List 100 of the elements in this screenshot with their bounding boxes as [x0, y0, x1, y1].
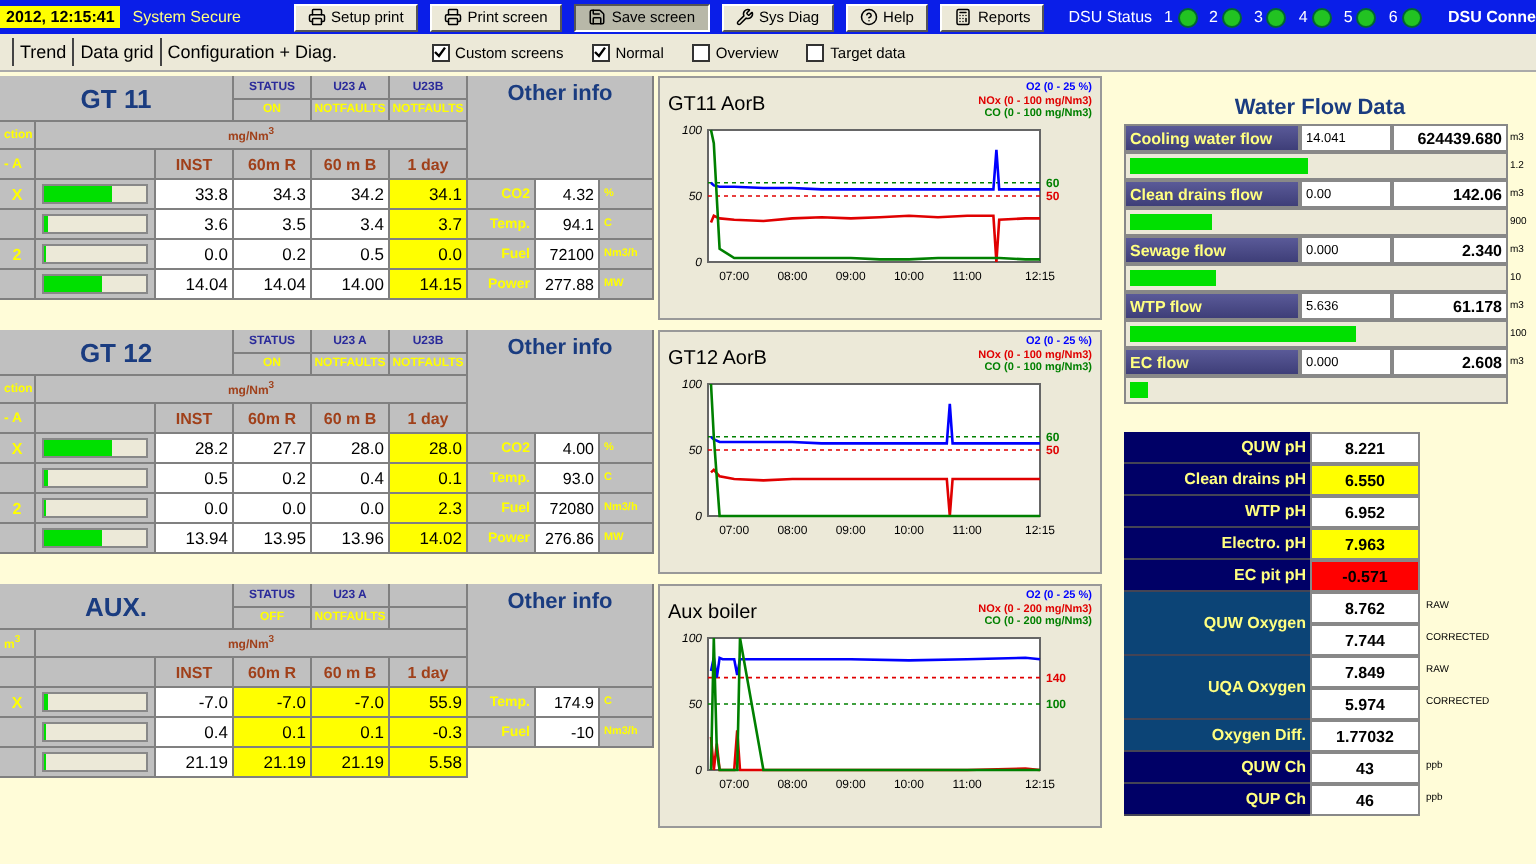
- checkbox[interactable]: [431, 43, 450, 61]
- blank-cell: [390, 584, 468, 608]
- blank-cell: [390, 608, 468, 630]
- flow-label: Cooling water flow: [1124, 124, 1300, 152]
- checkbox[interactable]: [591, 43, 610, 61]
- value-cell: 14.02: [390, 524, 468, 554]
- info-value: -10: [536, 718, 600, 748]
- value-cell: -0.3: [390, 718, 468, 748]
- reading-label: QUW Oxygen: [1124, 592, 1310, 656]
- tab[interactable]: Configuration + Diag.: [159, 38, 344, 66]
- reading-label: QUP Ch: [1124, 784, 1310, 816]
- row-label: 2: [0, 494, 36, 524]
- value-cell: 34.2: [312, 180, 390, 210]
- value-cell: 27.7: [234, 434, 312, 464]
- value-cell: 21.19: [312, 748, 390, 778]
- reading-label: WTP pH: [1124, 496, 1310, 528]
- reading-value: 7.744: [1310, 624, 1420, 656]
- value-cell: 13.96: [312, 524, 390, 554]
- reading-label: Clean drains pH: [1124, 464, 1310, 496]
- column-header: 60m R: [234, 150, 312, 180]
- unit-title: AUX.: [0, 584, 234, 630]
- info-value: 72100: [536, 240, 600, 270]
- flow-label: Sewage flow: [1124, 236, 1300, 264]
- column-header: INST: [156, 404, 234, 434]
- row-label: X: [0, 688, 36, 718]
- flow-total: 624439.680: [1392, 124, 1508, 152]
- value-cell: 0.2: [234, 240, 312, 270]
- save-icon: [587, 8, 606, 26]
- unit-number: 6: [1388, 8, 1398, 26]
- value-cell: 21.19: [156, 748, 234, 778]
- value-cell: 14.00: [312, 270, 390, 300]
- value-cell: 3.6: [156, 210, 234, 240]
- value-cell: 28.0: [312, 434, 390, 464]
- tab[interactable]: Data grid: [72, 38, 160, 66]
- section-title: Other info: [468, 584, 654, 688]
- row-label: X: [0, 180, 36, 210]
- column-header: 60 m B: [312, 404, 390, 434]
- value-cell: 55.9: [390, 688, 468, 718]
- value-cell: 2.3: [390, 494, 468, 524]
- value-cell: 0.0: [156, 240, 234, 270]
- value-cell: 0.1: [390, 464, 468, 494]
- reading-label: QUW Ch: [1124, 752, 1310, 784]
- reading-value: 46: [1310, 784, 1420, 816]
- value-cell: 14.15: [390, 270, 468, 300]
- value-cell: 0.1: [234, 718, 312, 748]
- reading-label: Oxygen Diff.: [1124, 720, 1310, 752]
- value-cell: 13.95: [234, 524, 312, 554]
- column-header: 60m R: [234, 404, 312, 434]
- check-icon: [594, 46, 607, 58]
- info-value: 276.86: [536, 524, 600, 554]
- value-cell: 0.4: [156, 718, 234, 748]
- value-cell: 0.0: [312, 494, 390, 524]
- unit-number: 5: [1343, 8, 1353, 26]
- info-value: 4.00: [536, 434, 600, 464]
- reading-value: 43: [1310, 752, 1420, 784]
- row-label: X: [0, 434, 36, 464]
- flow-total: 61.178: [1392, 292, 1508, 320]
- reading-value: -0.571: [1310, 560, 1420, 592]
- flow-total: 2.608: [1392, 348, 1508, 376]
- flow-label: Clean drains flow: [1124, 180, 1300, 208]
- checkbox[interactable]: [806, 43, 825, 61]
- value-cell: 0.5: [312, 240, 390, 270]
- info-value: 174.9: [536, 688, 600, 718]
- checkbox[interactable]: [691, 43, 710, 61]
- column-header: INST: [156, 150, 234, 180]
- unit-title: GT 11: [0, 76, 234, 122]
- reading-value: 8.221: [1310, 432, 1420, 464]
- wrench-icon: [735, 8, 754, 26]
- row-label: 2: [0, 240, 36, 270]
- unit-number: 4: [1298, 8, 1308, 26]
- value-cell: 33.8: [156, 180, 234, 210]
- value-cell: 3.5: [234, 210, 312, 240]
- value-cell: 21.19: [234, 748, 312, 778]
- reading-value: 6.952: [1310, 496, 1420, 528]
- connection-status: DSU Conne: [1448, 8, 1536, 26]
- section-title: Other info: [468, 330, 654, 434]
- column-header: 60 m B: [312, 150, 390, 180]
- value-cell: 13.94: [156, 524, 234, 554]
- tab[interactable]: Trend: [12, 38, 73, 66]
- value-cell: 0.0: [234, 494, 312, 524]
- value-cell: 14.04: [156, 270, 234, 300]
- value-cell: 5.58: [390, 748, 468, 778]
- column-header: 1 day: [390, 150, 468, 180]
- flow-total: 2.340: [1392, 236, 1508, 264]
- flow-total: 142.06: [1392, 180, 1508, 208]
- unit-number: 1: [1164, 8, 1173, 26]
- chart-title: GT11 AorB: [668, 94, 766, 116]
- column-header: 1 day: [390, 658, 468, 688]
- info-value: 94.1: [536, 210, 600, 240]
- column-header: 60m R: [234, 658, 312, 688]
- panel-title: Water Flow Data: [1232, 96, 1408, 120]
- value-cell: 34.1: [390, 180, 468, 210]
- value-cell: 28.0: [390, 434, 468, 464]
- flow-label: EC flow: [1124, 348, 1300, 376]
- value-cell: 0.0: [156, 494, 234, 524]
- value-cell: 0.0: [390, 240, 468, 270]
- value-cell: -7.0: [156, 688, 234, 718]
- unit-number: 2: [1209, 8, 1218, 26]
- reading-value: 6.550: [1310, 464, 1420, 496]
- reading-value: 1.77032: [1310, 720, 1420, 752]
